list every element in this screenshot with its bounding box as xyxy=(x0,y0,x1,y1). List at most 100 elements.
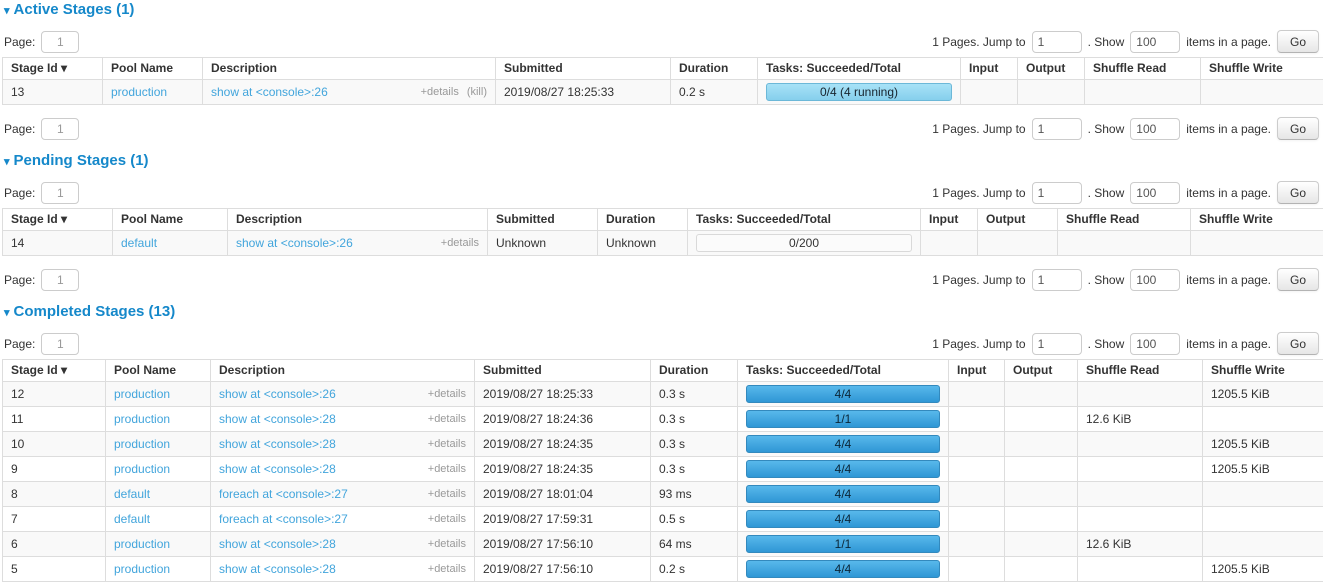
details-toggle[interactable]: +details xyxy=(428,513,466,525)
column-header[interactable]: Shuffle Write xyxy=(1203,360,1323,382)
details-toggle[interactable]: +details xyxy=(428,438,466,450)
output-cell xyxy=(1005,457,1078,482)
output-cell xyxy=(1005,532,1078,557)
pool-link[interactable]: production xyxy=(114,562,170,576)
pool-link[interactable]: production xyxy=(114,437,170,451)
items-per-page-text: items in a page. xyxy=(1186,122,1271,136)
pool-link[interactable]: production xyxy=(114,387,170,401)
description-link[interactable]: show at <console>:28 xyxy=(219,537,336,552)
input-cell xyxy=(949,432,1005,457)
details-toggle[interactable]: +details xyxy=(441,237,479,249)
stages-page: ▾Active Stages (1) Page: 1 Pages. Jump t… xyxy=(0,1,1323,582)
column-header[interactable]: Input xyxy=(921,209,978,231)
column-header[interactable]: Shuffle Read xyxy=(1078,360,1203,382)
page-size-input[interactable] xyxy=(1130,118,1180,140)
go-button[interactable]: Go xyxy=(1277,332,1319,355)
duration-cell: 0.2 s xyxy=(651,557,738,582)
details-toggle[interactable]: +details xyxy=(428,388,466,400)
column-header[interactable]: Submitted xyxy=(496,58,671,80)
column-header[interactable]: Input xyxy=(961,58,1018,80)
description-link[interactable]: foreach at <console>:27 xyxy=(219,512,348,527)
jump-to-page-input[interactable] xyxy=(1032,118,1082,140)
page-number-input[interactable] xyxy=(41,31,79,53)
stage-row: 7defaultforeach at <console>:27+details2… xyxy=(3,507,1323,532)
page-number-input[interactable] xyxy=(41,182,79,204)
details-toggle[interactable]: +details xyxy=(428,413,466,425)
page-size-input[interactable] xyxy=(1130,333,1180,355)
shuffle-read-cell xyxy=(1078,557,1203,582)
column-header[interactable]: Output xyxy=(978,209,1058,231)
shuffle-read-cell xyxy=(1078,507,1203,532)
page-size-input[interactable] xyxy=(1130,182,1180,204)
description-link[interactable]: show at <console>:28 xyxy=(219,462,336,477)
page-number-input[interactable] xyxy=(41,333,79,355)
go-button[interactable]: Go xyxy=(1277,268,1319,291)
go-button[interactable]: Go xyxy=(1277,181,1319,204)
column-header[interactable]: Description xyxy=(211,360,475,382)
submitted-cell: 2019/08/27 18:25:33 xyxy=(496,80,671,105)
column-header[interactable]: Shuffle Read xyxy=(1085,58,1201,80)
page-size-input[interactable] xyxy=(1130,31,1180,53)
column-header[interactable]: Stage Id ▾ xyxy=(3,209,113,231)
details-toggle[interactable]: +details xyxy=(421,86,459,98)
page-number-input[interactable] xyxy=(41,269,79,291)
stage-row: 8defaultforeach at <console>:27+details2… xyxy=(3,482,1323,507)
pool-link[interactable]: production xyxy=(111,85,167,99)
description-link[interactable]: show at <console>:26 xyxy=(236,236,353,251)
description-link[interactable]: show at <console>:26 xyxy=(219,387,336,402)
pool-link[interactable]: default xyxy=(114,487,150,501)
pool-link[interactable]: production xyxy=(114,412,170,426)
column-header[interactable]: Submitted xyxy=(488,209,598,231)
column-header[interactable]: Description xyxy=(203,58,496,80)
column-header[interactable]: Tasks: Succeeded/Total xyxy=(688,209,921,231)
column-header[interactable]: Tasks: Succeeded/Total xyxy=(738,360,949,382)
column-header[interactable]: Tasks: Succeeded/Total xyxy=(758,58,961,80)
go-button[interactable]: Go xyxy=(1277,117,1319,140)
section-header-completed-stages[interactable]: ▾Completed Stages (13) xyxy=(4,303,1321,320)
column-header[interactable]: Output xyxy=(1018,58,1085,80)
kill-link[interactable]: (kill) xyxy=(467,86,487,98)
column-header[interactable]: Pool Name xyxy=(113,209,228,231)
column-header[interactable]: Shuffle Write xyxy=(1191,209,1323,231)
pool-link[interactable]: default xyxy=(114,512,150,526)
description-link[interactable]: show at <console>:28 xyxy=(219,437,336,452)
show-text: . Show xyxy=(1088,35,1125,49)
pagination-row: Page: 1 Pages. Jump to . Show items in a… xyxy=(2,117,1321,140)
column-header[interactable]: Stage Id ▾ xyxy=(3,360,106,382)
go-button[interactable]: Go xyxy=(1277,30,1319,53)
column-header[interactable]: Input xyxy=(949,360,1005,382)
description-link[interactable]: show at <console>:28 xyxy=(219,562,336,577)
column-header[interactable]: Pool Name xyxy=(103,58,203,80)
tasks-cell: 4/4 xyxy=(738,457,949,482)
column-header[interactable]: Stage Id ▾ xyxy=(3,58,103,80)
column-header[interactable]: Shuffle Write xyxy=(1201,58,1323,80)
pool-link[interactable]: production xyxy=(114,462,170,476)
jump-to-page-input[interactable] xyxy=(1032,182,1082,204)
column-header[interactable]: Duration xyxy=(671,58,758,80)
description-link[interactable]: foreach at <console>:27 xyxy=(219,487,348,502)
page-number-input[interactable] xyxy=(41,118,79,140)
stage-id-cell: 9 xyxy=(3,457,106,482)
column-header[interactable]: Output xyxy=(1005,360,1078,382)
column-header[interactable]: Pool Name xyxy=(106,360,211,382)
pool-link[interactable]: production xyxy=(114,537,170,551)
description-link[interactable]: show at <console>:28 xyxy=(219,412,336,427)
pool-link[interactable]: default xyxy=(121,236,157,250)
section-header-pending-stages[interactable]: ▾Pending Stages (1) xyxy=(4,152,1321,169)
details-toggle[interactable]: +details xyxy=(428,488,466,500)
description-link[interactable]: show at <console>:26 xyxy=(211,85,328,100)
jump-to-page-input[interactable] xyxy=(1032,269,1082,291)
column-header[interactable]: Shuffle Read xyxy=(1058,209,1191,231)
details-toggle[interactable]: +details xyxy=(428,463,466,475)
column-header[interactable]: Duration xyxy=(651,360,738,382)
pagination-row: Page: 1 Pages. Jump to . Show items in a… xyxy=(2,268,1321,291)
section-header-active-stages[interactable]: ▾Active Stages (1) xyxy=(4,1,1321,18)
jump-to-page-input[interactable] xyxy=(1032,31,1082,53)
details-toggle[interactable]: +details xyxy=(428,538,466,550)
column-header[interactable]: Submitted xyxy=(475,360,651,382)
page-size-input[interactable] xyxy=(1130,269,1180,291)
column-header[interactable]: Duration xyxy=(598,209,688,231)
details-toggle[interactable]: +details xyxy=(428,563,466,575)
jump-to-page-input[interactable] xyxy=(1032,333,1082,355)
column-header[interactable]: Description xyxy=(228,209,488,231)
